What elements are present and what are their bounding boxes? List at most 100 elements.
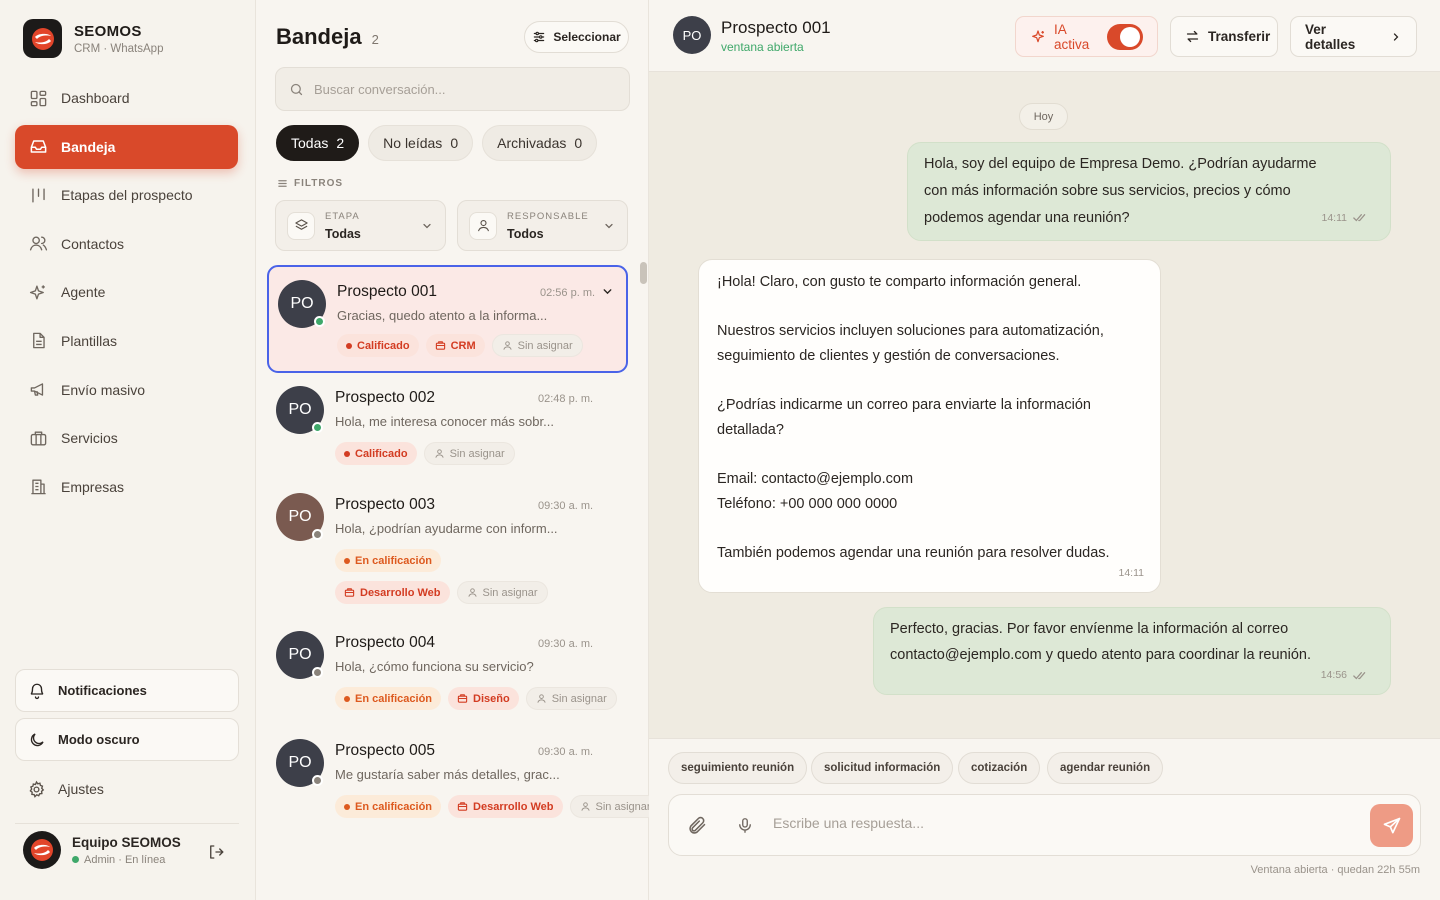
user-profile[interactable]: Equipo SEOMOS Admin · En línea (23, 831, 233, 869)
sidebar-item-contactos[interactable]: Contactos (15, 222, 238, 266)
list-scrollbar[interactable] (640, 262, 647, 284)
badge-label: Sin asignar (482, 586, 538, 599)
inbox-header: Bandeja 2 (276, 24, 379, 50)
sidebar-item-label: Dashboard (61, 90, 130, 106)
paperclip-icon[interactable] (687, 815, 708, 836)
conversation-time: 02:48 p. m. (538, 393, 594, 405)
search-box (275, 67, 630, 111)
message-meta: 14:56 (1321, 666, 1368, 685)
avatar: PO (276, 739, 324, 787)
assignee-badge: Sin asignar (525, 687, 617, 710)
tab-0[interactable]: Todas 2 (276, 125, 360, 161)
ai-toggle-button[interactable]: IA activa (1015, 16, 1158, 57)
message-text: Perfecto, gracias. Por favor envíenme la… (890, 621, 1311, 664)
main-nav: Dashboard Bandeja Etapas del prospecto Cont… (15, 76, 238, 513)
service-badge: CRM (425, 334, 485, 357)
microphone-icon[interactable] (736, 815, 754, 836)
sparkle-icon (28, 282, 48, 302)
quick-reply-chip[interactable]: agendar reunión (1047, 752, 1164, 784)
contact-name: Prospecto 001 (721, 18, 831, 37)
tab-1[interactable]: No leídas 0 (368, 125, 474, 161)
search-input[interactable] (314, 81, 604, 97)
service-badge: Desarrollo Web (335, 581, 450, 604)
conversation-preview: Me gustaría saber más detalles, grac... (335, 767, 560, 782)
sidebar-item-label: Bandeja (61, 138, 116, 155)
stage-badge: En calificación (335, 687, 442, 710)
tab-count: 0 (574, 135, 583, 151)
dark-mode-label: Modo oscuro (58, 732, 140, 747)
send-icon (1382, 816, 1402, 836)
logout-icon[interactable] (207, 843, 225, 861)
owner-filter-key: RESPONSABLE (507, 210, 589, 222)
sidebar-item-label: Envío masivo (61, 381, 146, 398)
status-dot (344, 557, 350, 564)
stage-filter-key: ETAPA (325, 210, 360, 222)
inbox-panel: Bandeja 2 Seleccionar Todas2No leídas0Ar… (256, 0, 661, 900)
owner-filter[interactable]: RESPONSABLE Todos (457, 200, 628, 251)
notifications-button[interactable]: Notificaciones (15, 669, 239, 712)
conversation-item[interactable]: PO Prospecto 002 02:48 p. m. Hola, me inter… (267, 383, 628, 473)
sidebar: SEOMOS CRM · WhatsApp Dashboard Bandeja Et… (0, 0, 256, 900)
composer-area: seguimiento reunión solicitud informació… (649, 738, 1440, 900)
double-check-icon (1353, 671, 1368, 681)
layers-icon (287, 211, 315, 240)
moon-icon (28, 731, 46, 749)
quick-reply-chip[interactable]: cotización (958, 752, 1041, 784)
sidebar-item-empresas[interactable]: Empresas (15, 465, 238, 509)
tab-count: 2 (336, 135, 345, 151)
sidebar-item-dashboard[interactable]: Dashboard (15, 76, 238, 120)
sidebar-item-etapas-del-prospecto[interactable]: Etapas del prospecto (15, 173, 238, 217)
brand-subtitle: CRM · WhatsApp (74, 42, 164, 55)
tab-2[interactable]: Archivadas 0 (482, 125, 598, 161)
conversation-item[interactable]: PO Prospecto 003 09:30 a. m. Hola, ¿podrían… (267, 490, 628, 610)
badge-label: Diseño (473, 692, 510, 705)
brand[interactable]: SEOMOS CRM · WhatsApp (23, 19, 163, 58)
conversation-item[interactable]: PO Prospecto 001 02:56 p. m. Gracias, quedo… (267, 265, 628, 373)
chevron-down-icon (603, 220, 615, 232)
quick-reply-chip[interactable]: seguimiento reunión (668, 752, 808, 784)
megaphone-icon (28, 380, 48, 400)
brand-logo (23, 19, 62, 58)
sparkle-icon (1030, 29, 1046, 45)
sidebar-item-envio-masivo[interactable]: Envío masivo (15, 368, 238, 412)
badge-row: Calificado Sin asignar (335, 442, 515, 465)
filters-label-text: FILTROS (294, 178, 344, 189)
settings-button[interactable]: Ajustes (15, 769, 239, 809)
stage-badge: Calificado (335, 442, 417, 465)
conversation-item[interactable]: PO Prospecto 004 09:30 a. m. Hola, ¿cómo fu… (267, 628, 628, 718)
chevron-down-icon[interactable] (601, 285, 614, 298)
notifications-label: Notificaciones (58, 683, 147, 698)
send-button[interactable] (1370, 804, 1413, 847)
quick-reply-chip[interactable]: solicitud información (811, 752, 954, 784)
ai-toggle[interactable] (1107, 23, 1143, 50)
select-button[interactable]: Seleccionar (524, 21, 629, 53)
user-icon (536, 693, 547, 704)
inbox-tabs: Todas 2 No leídas 0 Archivadas 0 (276, 125, 598, 161)
conversation-item[interactable]: PO Prospecto 005 09:30 a. m. Me gustaría sa… (267, 736, 661, 826)
sidebar-item-servicios[interactable]: Servicios (15, 416, 238, 460)
sidebar-item-label: Agente (61, 284, 106, 301)
filters-label: FILTROS (277, 178, 343, 189)
sidebar-item-bandeja[interactable]: Bandeja (15, 124, 238, 169)
select-label: Seleccionar (553, 30, 621, 44)
conversation-preview: Hola, ¿cómo funciona su servicio? (335, 659, 534, 674)
user-icon (502, 340, 513, 351)
message-input[interactable] (773, 815, 1333, 831)
transfer-button[interactable]: Transferir (1170, 16, 1278, 57)
avatar: PO (278, 280, 326, 328)
dashboard-icon (28, 88, 48, 108)
conversation-time: 02:56 p. m. (540, 287, 596, 299)
message-meta: 14:11 (1322, 209, 1369, 228)
online-dot (72, 856, 79, 863)
dark-mode-button[interactable]: Modo oscuro (15, 718, 239, 761)
sidebar-item-plantillas[interactable]: Plantillas (15, 319, 238, 363)
sidebar-item-agente[interactable]: Agente (15, 270, 238, 314)
view-details-button[interactable]: Ver detalles (1290, 16, 1417, 57)
briefcase-icon (28, 428, 48, 448)
stage-filter[interactable]: ETAPA Todas (275, 200, 446, 251)
message-composer (668, 794, 1421, 856)
message-outgoing: Hola, soy del equipo de Empresa Demo. ¿P… (907, 142, 1391, 241)
user-icon (434, 448, 445, 459)
presence-dot (312, 775, 323, 786)
badge-label: Calificado (357, 339, 410, 352)
